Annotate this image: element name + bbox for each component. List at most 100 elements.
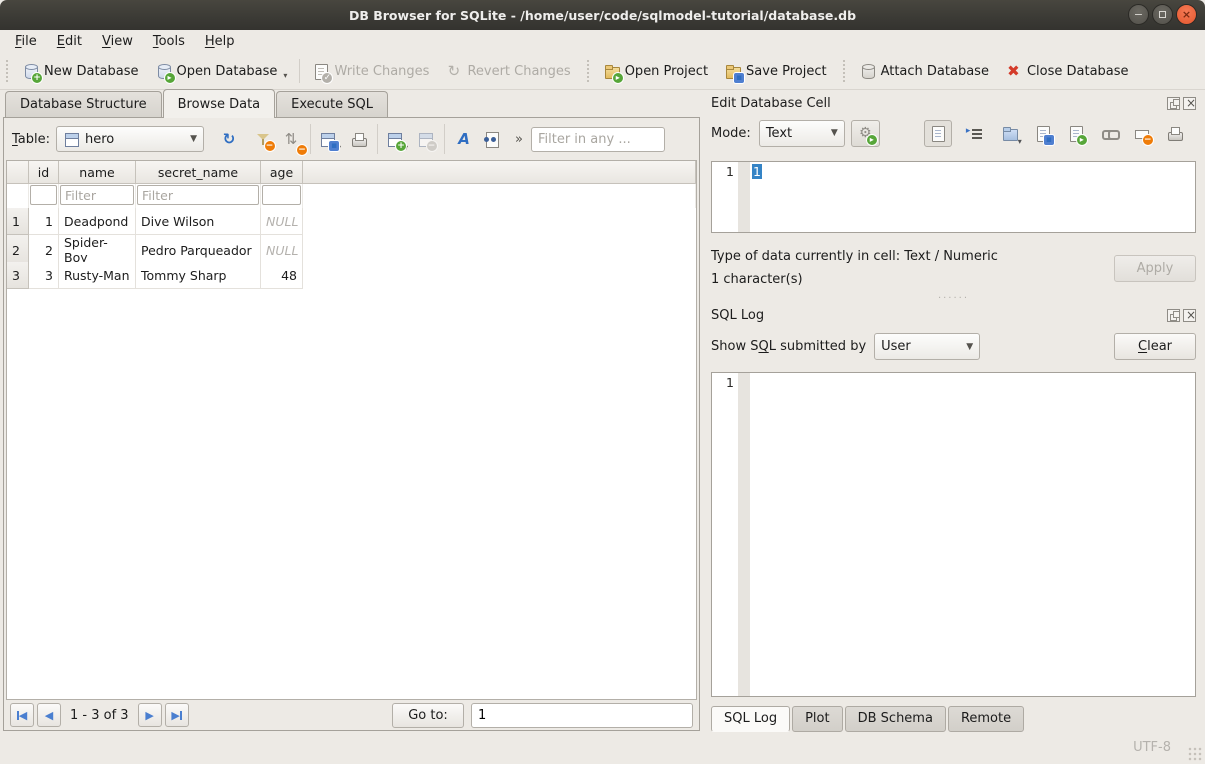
close-dock-icon[interactable] — [1183, 309, 1196, 322]
tab-database-structure[interactable]: Database Structure — [5, 91, 162, 118]
open-external-icon[interactable]: ▸ — [1067, 125, 1084, 142]
close-database-button[interactable]: ✖ Close Database — [997, 59, 1137, 84]
clear-filters-button[interactable]: − — [250, 126, 276, 152]
tab-browse-data[interactable]: Browse Data — [163, 89, 276, 118]
font-settings-button[interactable]: A — [451, 126, 477, 152]
menu-help[interactable]: Help — [196, 32, 244, 51]
print-cell-icon[interactable] — [1166, 125, 1183, 142]
cell-id[interactable]: 3 — [29, 262, 59, 289]
close-button[interactable]: × — [1176, 4, 1197, 25]
sql-log-editor[interactable]: 1 — [711, 372, 1196, 698]
set-null-icon[interactable]: − — [1133, 125, 1150, 142]
cell-editor-margin — [738, 162, 750, 232]
open-project-button[interactable]: ▸ Open Project — [595, 59, 716, 84]
maximize-button[interactable] — [1152, 4, 1173, 25]
sql-log-margin — [738, 373, 750, 697]
menu-view[interactable]: View — [93, 32, 142, 51]
toolbar-overflow-chevron[interactable]: » — [515, 132, 523, 147]
column-header-secret-name[interactable]: secret_name — [136, 161, 261, 184]
find-in-cells-button[interactable] — [479, 126, 505, 152]
menu-file[interactable]: File — [6, 32, 46, 51]
refresh-button[interactable]: ↻ — [216, 126, 242, 152]
sql-source-select[interactable]: User ▼ — [874, 333, 980, 360]
apply-button: Apply — [1114, 255, 1196, 282]
float-dock-icon[interactable] — [1167, 97, 1180, 110]
close-dock-icon[interactable] — [1183, 97, 1196, 110]
save-project-button[interactable]: ▪ Save Project — [716, 59, 835, 84]
attach-database-button[interactable]: Attach Database — [851, 59, 997, 84]
menu-tools[interactable]: Tools — [144, 32, 194, 51]
resize-grip[interactable] — [1188, 747, 1202, 761]
find-icon — [484, 131, 501, 148]
cell-id[interactable]: 1 — [29, 208, 59, 235]
word-wrap-icon[interactable] — [968, 125, 985, 142]
data-grid: id name secret_name age 1 1 — [6, 160, 697, 700]
first-page-button[interactable]: ◀ — [10, 703, 34, 727]
column-header-age[interactable]: age — [261, 161, 303, 184]
goto-page-input[interactable] — [471, 703, 693, 728]
cell-editor-value[interactable]: 1 — [752, 164, 762, 179]
cell-secret-name[interactable]: Dive Wilson — [136, 208, 261, 235]
tab-execute-sql[interactable]: Execute SQL — [276, 91, 388, 118]
cell-name[interactable]: Deadpond — [59, 208, 136, 235]
tab-db-schema[interactable]: DB Schema — [845, 706, 946, 732]
filter-input-age[interactable] — [262, 185, 301, 205]
write-changes-button: ✓ Write Changes — [304, 59, 437, 84]
open-project-icon: ▸ — [603, 63, 620, 80]
filter-input-secret-name[interactable] — [137, 185, 259, 205]
clear-sorting-icon: ⇅− — [283, 131, 300, 148]
grid-filter-row — [7, 184, 696, 208]
table-label: Table: — [12, 132, 50, 147]
last-page-button[interactable]: ▶ — [165, 703, 189, 727]
clear-sorting-button[interactable]: ⇅− — [278, 126, 304, 152]
next-page-button[interactable]: ▶ — [138, 703, 162, 727]
cell-info-row: Type of data currently in cell: Text / N… — [711, 246, 1196, 292]
new-database-button[interactable]: + New Database — [14, 59, 147, 84]
open-database-dropdown-icon[interactable]: ▾ — [283, 71, 287, 80]
mode-select[interactable]: Text ▼ — [759, 120, 845, 147]
print-table-button[interactable] — [345, 126, 371, 152]
cell-editor[interactable]: 1 1 — [711, 161, 1196, 233]
titlebar[interactable]: DB Browser for SQLite - /home/user/code/… — [0, 0, 1205, 30]
cell-age[interactable]: 48 — [261, 262, 303, 289]
save-table-button[interactable]: ▪▾ — [317, 126, 343, 152]
link-icon[interactable] — [1100, 125, 1117, 142]
clear-log-button[interactable]: Clear — [1114, 333, 1196, 360]
open-database-button[interactable]: ▸ Open Database ▾ — [147, 59, 296, 84]
text-mode-indicator[interactable] — [924, 120, 952, 147]
browse-toolbar-separator — [444, 124, 445, 154]
goto-button[interactable]: Go to: — [392, 703, 464, 728]
dock-splitter[interactable]: ······ — [711, 292, 1196, 306]
bottom-dock-tabs: SQL Log Plot DB Schema Remote — [711, 697, 1196, 733]
cell-name[interactable]: Rusty-Man — [59, 262, 136, 289]
filter-input-id[interactable] — [30, 185, 57, 205]
filter-any-column-input[interactable] — [531, 127, 665, 152]
tab-plot[interactable]: Plot — [792, 706, 843, 732]
row-header[interactable]: 3 — [7, 262, 29, 289]
sql-log-line-number: 1 — [712, 373, 738, 697]
cell-secret-name[interactable]: Tommy Sharp — [136, 262, 261, 289]
encoding-label: UTF-8 — [1133, 740, 1171, 755]
insert-record-button[interactable]: +▾ — [384, 126, 410, 152]
previous-page-button[interactable]: ◀ — [37, 703, 61, 727]
browse-data-panel: Table: hero ▼ ↻ − ⇅− ▪▾ +▾ − A » — [3, 117, 700, 731]
filter-input-name[interactable] — [60, 185, 134, 205]
insert-record-icon: + — [386, 131, 403, 148]
float-dock-icon[interactable] — [1167, 309, 1180, 322]
show-sql-label: Show SQL submitted by — [711, 339, 866, 354]
row-header[interactable]: 1 — [7, 208, 29, 235]
sql-log-controls: Show SQL submitted by User ▼ Clear — [711, 330, 1196, 364]
auto-switch-mode-button[interactable]: ⚙▸ — [851, 120, 880, 147]
column-header-id[interactable]: id — [29, 161, 59, 184]
minimize-button[interactable]: − — [1128, 4, 1149, 25]
edit-cell-title: Edit Database Cell — [711, 96, 831, 111]
main-tabs: Database Structure Browse Data Execute S… — [3, 90, 700, 118]
import-data-icon[interactable]: ▾ — [1001, 125, 1018, 142]
cell-age[interactable]: NULL — [261, 208, 303, 235]
export-data-icon[interactable]: ▪ — [1034, 125, 1051, 142]
tab-remote[interactable]: Remote — [948, 706, 1024, 732]
column-header-name[interactable]: name — [59, 161, 136, 184]
menu-edit[interactable]: Edit — [48, 32, 91, 51]
tab-sql-log[interactable]: SQL Log — [711, 706, 790, 732]
table-select[interactable]: hero ▼ — [56, 126, 204, 152]
